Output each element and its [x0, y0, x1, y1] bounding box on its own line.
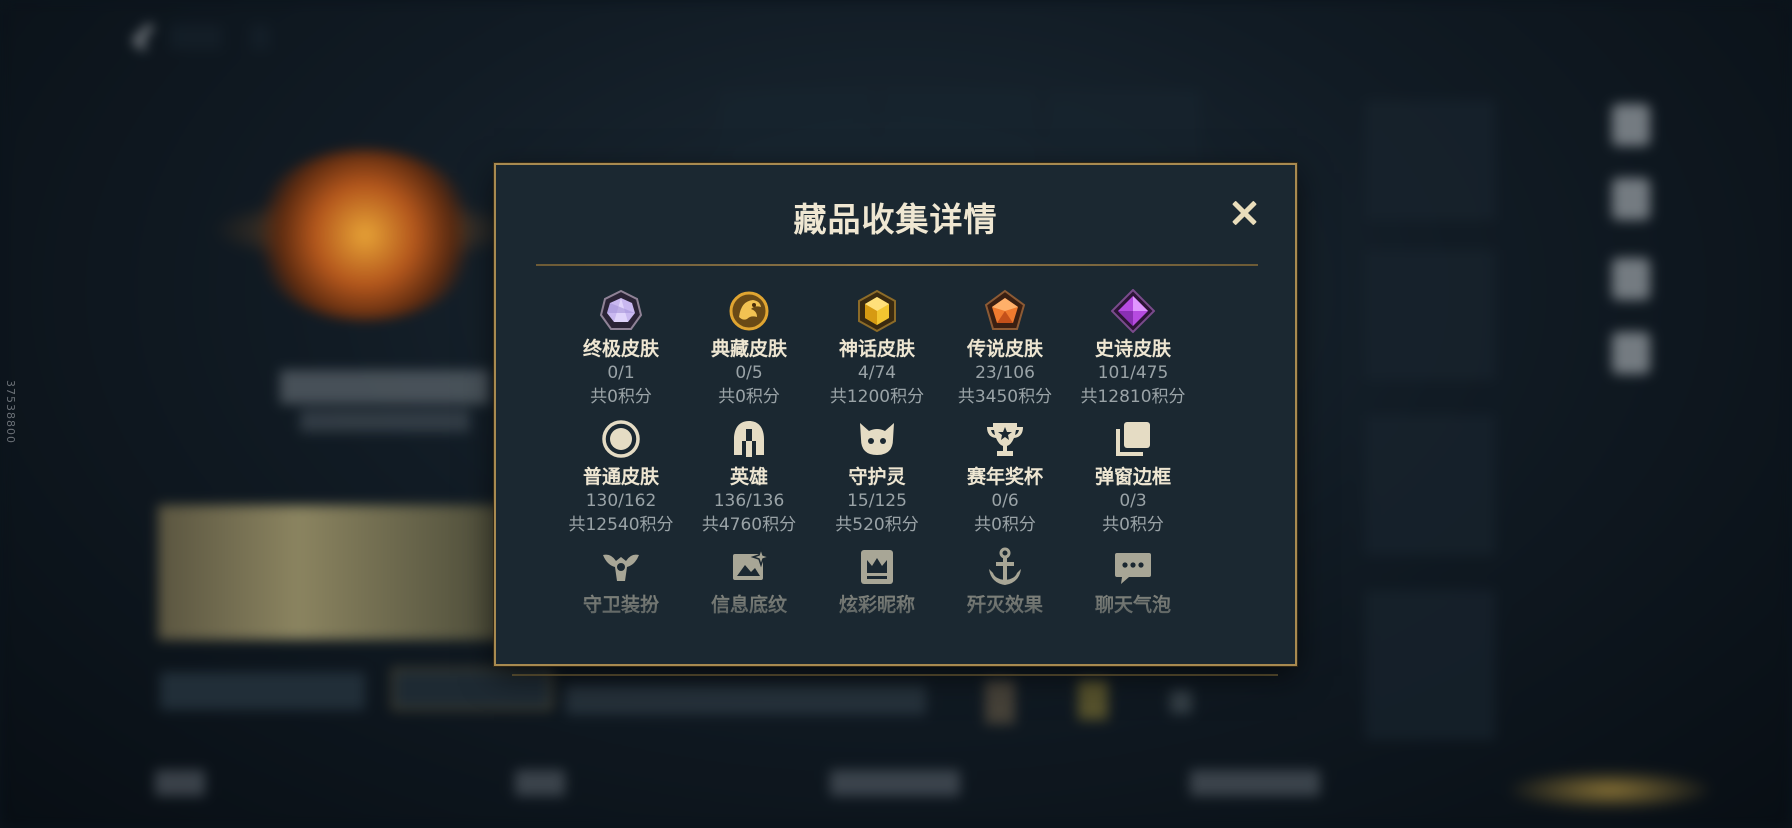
item-label: 弹窗边框	[1094, 466, 1171, 488]
item-count: 4/74	[857, 363, 897, 383]
bg-sidebar-icon-3	[1612, 258, 1650, 300]
item-count: 101/475	[1097, 363, 1169, 383]
epic-gem-icon	[1111, 289, 1155, 333]
item-label: 普通皮肤	[582, 466, 659, 488]
anchor-icon	[983, 545, 1027, 589]
collection-item-epic-skin[interactable]: 史诗皮肤 101/475 共12810积分	[1073, 289, 1193, 409]
modal-title: 藏品收集详情	[793, 200, 998, 239]
collection-grid: 终极皮肤 0/1 共0积分 典藏皮肤 0/5 共0积分 神话皮肤 4/74 共1…	[496, 289, 1295, 659]
item-points: 共0积分	[590, 387, 652, 407]
item-count: 0/1	[607, 363, 635, 383]
stacked-frames-icon	[1111, 417, 1155, 461]
bg-header-label	[170, 24, 222, 50]
item-points: 共520积分	[835, 515, 919, 535]
bg-tile-6	[1365, 415, 1495, 555]
bg-tile-3	[1050, 90, 1200, 160]
bg-sidebar-icon-1	[1612, 104, 1650, 146]
item-label: 传说皮肤	[966, 338, 1043, 360]
item-label: 史诗皮肤	[1094, 338, 1171, 360]
item-count: 15/125	[847, 491, 907, 511]
bg-gold-button	[1510, 770, 1710, 810]
bg-bottom-tab-3	[830, 770, 960, 796]
item-points: 共0积分	[1102, 515, 1164, 535]
mythic-gem-icon	[855, 289, 899, 333]
collection-item-legendary-skin[interactable]: 传说皮肤 23/106 共3450积分	[945, 289, 1065, 409]
bg-info-bar	[566, 685, 926, 715]
collection-item-treasured-skin[interactable]: 典藏皮肤 0/5 共0积分	[689, 289, 809, 409]
bg-tile-1	[720, 90, 870, 160]
ultimate-gem-icon	[599, 289, 643, 333]
chat-bubble-icon	[1111, 545, 1155, 589]
item-points: 共12540积分	[568, 515, 674, 535]
collection-item-info-pattern[interactable]: 信息底纹	[689, 545, 809, 617]
bg-player-name	[280, 370, 490, 404]
bg-reward-icon-2	[1078, 680, 1108, 720]
collection-item-season-trophy[interactable]: 赛年奖杯 0/6 共0积分	[945, 417, 1065, 537]
item-count: 0/3	[1119, 491, 1147, 511]
bg-button-left	[160, 672, 365, 710]
item-points: 共12810积分	[1080, 387, 1186, 407]
collection-item-guardian[interactable]: 守护灵 15/125 共520积分	[817, 417, 937, 537]
bg-reward-icon-1	[985, 680, 1015, 724]
item-label: 神话皮肤	[838, 338, 915, 360]
item-label: 赛年奖杯	[966, 466, 1043, 488]
bg-reward-icon-3	[1170, 690, 1192, 714]
collection-item-ultimate-skin[interactable]: 终极皮肤 0/1 共0积分	[561, 289, 681, 409]
legendary-gem-icon	[983, 289, 1027, 333]
item-label: 聊天气泡	[1094, 594, 1171, 616]
bg-tile-7	[1365, 590, 1495, 740]
collection-item-annihilation-effect[interactable]: 歼灭效果	[945, 545, 1065, 617]
bg-player-subtitle	[300, 410, 470, 432]
collection-item-chat-bubble[interactable]: 聊天气泡	[1073, 545, 1193, 617]
collection-detail-modal: 藏品收集详情 终极皮肤 0/1 共0积分 典藏皮肤 0/5 共0积分 神话皮肤 …	[494, 163, 1297, 666]
bg-sidebar-icon-4	[1612, 332, 1650, 374]
bg-bottom-tab-1	[155, 770, 205, 796]
item-label: 炫彩昵称	[838, 594, 915, 616]
bg-emblem	[250, 150, 480, 320]
ward-skin-icon	[599, 545, 643, 589]
item-count: 0/6	[991, 491, 1019, 511]
collection-item-colorful-nickname[interactable]: 炫彩昵称	[817, 545, 937, 617]
item-count: 0/5	[735, 363, 763, 383]
item-label: 守卫装扮	[582, 594, 659, 616]
close-icon[interactable]	[1226, 195, 1262, 231]
guardian-pet-icon	[855, 417, 899, 461]
helmet-icon	[727, 417, 771, 461]
item-points: 共4760积分	[701, 515, 797, 535]
bg-sidebar-icon-2	[1612, 178, 1650, 220]
side-watermark: 37538800	[4, 380, 17, 444]
item-points: 共0积分	[974, 515, 1036, 535]
item-label: 歼灭效果	[966, 594, 1043, 616]
collection-item-normal-skin[interactable]: 普通皮肤 130/162 共12540积分	[561, 417, 681, 537]
dragon-emblem-icon	[727, 289, 771, 333]
trophy-icon	[983, 417, 1027, 461]
collection-item-heroes[interactable]: 英雄 136/136 共4760积分	[689, 417, 809, 537]
bg-bottom-tab-4	[1190, 770, 1320, 796]
collection-item-mythic-skin[interactable]: 神话皮肤 4/74 共1200积分	[817, 289, 937, 409]
title-divider	[536, 264, 1258, 266]
item-count: 130/162	[585, 491, 657, 511]
bg-header-icon	[250, 24, 270, 50]
item-label: 典藏皮肤	[710, 338, 787, 360]
bg-tile-5	[1365, 250, 1495, 380]
collection-item-popup-frame[interactable]: 弹窗边框 0/3 共0积分	[1073, 417, 1193, 537]
item-points: 共1200积分	[829, 387, 925, 407]
bg-tile-4	[1365, 100, 1495, 220]
item-label: 英雄	[729, 466, 768, 488]
crown-nameplate-icon	[855, 545, 899, 589]
bg-tile-2	[885, 90, 1035, 160]
bg-bottom-tab-2	[515, 770, 565, 796]
item-label: 终极皮肤	[582, 338, 659, 360]
item-label: 守护灵	[848, 466, 906, 488]
item-count: 136/136	[713, 491, 785, 511]
circle-badge-icon	[599, 417, 643, 461]
item-points: 共3450积分	[957, 387, 1053, 407]
collection-item-ward-skin[interactable]: 守卫装扮	[561, 545, 681, 617]
card-sparkle-icon	[727, 545, 771, 589]
item-points: 共0积分	[718, 387, 780, 407]
item-label: 信息底纹	[710, 594, 787, 616]
bg-banner	[158, 505, 508, 640]
item-count: 23/106	[975, 363, 1035, 383]
